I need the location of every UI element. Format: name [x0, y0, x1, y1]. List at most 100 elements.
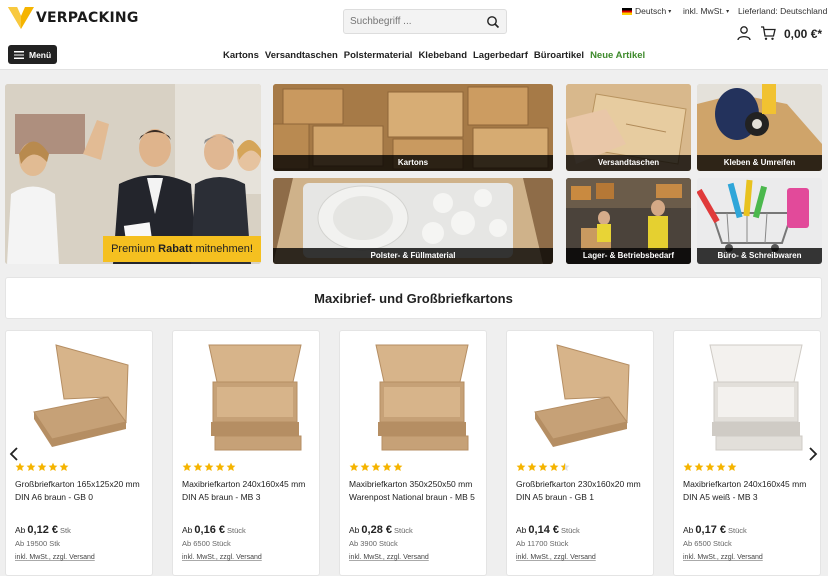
tax-shipping-note[interactable]: inkl. MwSt., zzgl. Versand — [516, 554, 596, 561]
rating-stars — [516, 462, 570, 472]
nav-lagerbedarf[interactable]: Lagerbedarf — [473, 50, 528, 61]
category-label: Polster- & Füllmaterial — [273, 248, 553, 264]
star-icon — [382, 462, 392, 471]
price-value: 0,14 € — [528, 524, 559, 536]
product-name[interactable]: Maxibriefkarton 240x160x45 mm DIN A5 wei… — [683, 478, 817, 504]
star-icon — [516, 462, 526, 471]
chevron-down-icon: ▾ — [668, 8, 672, 15]
promo-badge[interactable]: Premium Rabatt mitnehmen! — [103, 236, 261, 262]
brand-logo[interactable]: VERPACKING — [8, 7, 139, 29]
tax-shipping-note[interactable]: inkl. MwSt., zzgl. Versand — [15, 554, 95, 561]
rating-stars — [683, 462, 737, 472]
category-versandtaschen[interactable]: Versandtaschen — [566, 84, 691, 171]
product-price: Ab 0,28 € Stück — [349, 524, 413, 536]
product-price: Ab 0,17 € Stück — [683, 524, 747, 536]
product-name[interactable]: Großbriefkarton 165x125x20 mm DIN A6 bra… — [15, 478, 149, 504]
price-prefix: Ab — [182, 525, 193, 535]
category-label: Kleben & Umreifen — [697, 155, 822, 171]
product-name[interactable]: Maxibriefkarton 350x250x50 mm Warenpost … — [349, 478, 483, 504]
star-icon — [549, 462, 559, 471]
delivery-country[interactable]: Lieferland: Deutschland — [738, 6, 827, 16]
minimum-quantity: Ab 11700 Stück — [516, 539, 569, 548]
product-card[interactable]: Maxibriefkarton 240x160x45 mm DIN A5 bra… — [172, 330, 320, 576]
minimum-quantity: Ab 6500 Stück — [182, 539, 231, 548]
star-icon — [215, 462, 225, 471]
product-image[interactable] — [183, 337, 311, 457]
product-card[interactable]: Großbriefkarton 230x160x20 mm DIN A5 bra… — [506, 330, 654, 576]
category-lager[interactable]: Lager- & Betriebsbedarf — [566, 178, 691, 264]
star-icon — [538, 462, 548, 471]
nav-kartons[interactable]: Kartons — [223, 50, 259, 61]
star-icon — [349, 462, 359, 471]
star-icon — [694, 462, 704, 471]
carousel-next-icon[interactable] — [807, 446, 819, 462]
category-label: Versandtaschen — [566, 155, 691, 171]
product-image[interactable] — [517, 337, 645, 457]
minimum-quantity: Ab 19500 Stk — [15, 539, 61, 548]
star-icon — [727, 462, 737, 471]
category-label: Lager- & Betriebsbedarf — [566, 248, 691, 264]
star-icon — [182, 462, 192, 471]
rating-stars — [15, 462, 69, 472]
price-unit: Stück — [227, 526, 246, 535]
star-icon — [560, 462, 570, 471]
price-unit: Stück — [561, 526, 580, 535]
product-card[interactable]: Maxibriefkarton 240x160x45 mm DIN A5 wei… — [673, 330, 821, 576]
main-nav: Kartons Versandtaschen Polstermaterial K… — [223, 50, 645, 61]
tax-shipping-note[interactable]: inkl. MwSt., zzgl. Versand — [349, 554, 429, 561]
menu-button[interactable]: Menü — [8, 45, 57, 64]
cart-total[interactable]: 0,00 €* — [784, 27, 822, 41]
product-image[interactable] — [684, 337, 812, 457]
nav-versandtaschen[interactable]: Versandtaschen — [265, 50, 338, 61]
search-icon[interactable] — [486, 15, 500, 29]
promo-bold: Rabatt — [158, 243, 193, 255]
price-prefix: Ab — [15, 525, 26, 535]
price-prefix: Ab — [349, 525, 360, 535]
search-box — [343, 9, 507, 34]
nav-bueroartikel[interactable]: Büroartikel — [534, 50, 584, 61]
star-icon — [360, 462, 370, 471]
price-prefix: Ab — [516, 525, 527, 535]
nav-polstermaterial[interactable]: Polstermaterial — [344, 50, 413, 61]
price-prefix: Ab — [683, 525, 694, 535]
star-icon — [226, 462, 236, 471]
price-value: 0,28 € — [361, 524, 392, 536]
category-label: Büro- & Schreibwaren — [697, 248, 822, 264]
product-price: Ab 0,12 € Stk — [15, 524, 71, 536]
minimum-quantity: Ab 6500 Stück — [683, 539, 732, 548]
product-price: Ab 0,16 € Stück — [182, 524, 246, 536]
rating-stars — [349, 462, 403, 472]
cart-icon[interactable] — [760, 25, 776, 41]
tax-shipping-note[interactable]: inkl. MwSt., zzgl. Versand — [683, 554, 763, 561]
nav-klebeband[interactable]: Klebeband — [418, 50, 467, 61]
product-card[interactable]: Maxibriefkarton 350x250x50 mm Warenpost … — [339, 330, 487, 576]
product-name[interactable]: Maxibriefkarton 240x160x45 mm DIN A5 bra… — [182, 478, 316, 504]
tax-switch[interactable]: inkl. MwSt. ▾ — [683, 6, 729, 16]
star-icon — [59, 462, 69, 471]
category-polster[interactable]: Polster- & Füllmaterial — [273, 178, 553, 264]
promo-post: mitnehmen! — [195, 243, 253, 255]
minimum-quantity: Ab 3900 Stück — [349, 539, 398, 548]
carousel-prev-icon[interactable] — [8, 446, 20, 462]
price-value: 0,12 € — [27, 524, 58, 536]
language-label: Deutsch — [635, 6, 667, 16]
category-buero[interactable]: Büro- & Schreibwaren — [697, 178, 822, 264]
category-label: Kartons — [273, 155, 553, 171]
product-image[interactable] — [16, 337, 144, 457]
search-input[interactable] — [344, 10, 480, 33]
product-name[interactable]: Großbriefkarton 230x160x20 mm DIN A5 bra… — [516, 478, 650, 504]
product-card[interactable]: Großbriefkarton 165x125x20 mm DIN A6 bra… — [5, 330, 153, 576]
hero-banner[interactable]: Premium Rabatt mitnehmen! — [5, 84, 261, 264]
star-icon — [48, 462, 58, 471]
category-kleben-umreifen[interactable]: Kleben & Umreifen — [697, 84, 822, 171]
hamburger-icon — [14, 50, 24, 59]
category-kartons[interactable]: Kartons — [273, 84, 553, 171]
delivery-label: Lieferland: — [738, 6, 778, 16]
tax-shipping-note[interactable]: inkl. MwSt., zzgl. Versand — [182, 554, 262, 561]
user-icon[interactable] — [736, 25, 752, 41]
star-icon — [193, 462, 203, 471]
star-icon — [527, 462, 537, 471]
language-switch[interactable]: Deutsch ▾ — [622, 6, 671, 16]
product-image[interactable] — [350, 337, 478, 457]
nav-neue-artikel[interactable]: Neue Artikel — [590, 50, 645, 61]
